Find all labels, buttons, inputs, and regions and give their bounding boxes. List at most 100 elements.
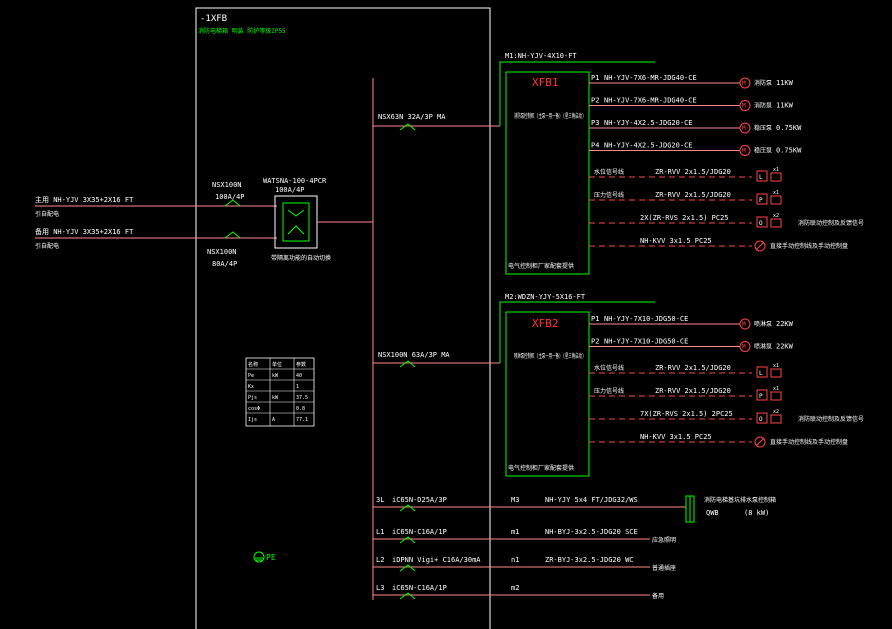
xfb2-signal-mark: x2: [773, 409, 779, 415]
data-table-cell: 单位: [272, 361, 282, 368]
xfb1-signal-mark: x2: [773, 213, 779, 219]
pe-label: PE: [266, 553, 276, 562]
data-table-cell: 40: [296, 373, 302, 379]
xfb2-desc: 喷淋泵控制柜 (主泵一用一备) (星三角启动): [514, 352, 584, 360]
xfb1-signal-cable: ZR-RVV 2x1.5/JDG20: [655, 168, 731, 176]
ats-switch-b: [287, 225, 305, 235]
branch-breaker: iC65N-D25A/3P: [392, 496, 447, 504]
xfb2-signal-label: 水位信号线: [594, 364, 624, 372]
data-table-cell: 37.5: [296, 395, 308, 401]
feeder-1-breaker: NSX63N 32A/3P MA: [378, 113, 446, 121]
incoming-source-1: 引自配电: [35, 210, 59, 218]
data-table-cell: Ijs: [248, 417, 257, 423]
incoming-cable-1: 主用 NH-YJV 3X35+2X16 FT: [35, 195, 134, 204]
feeder-1-breaker-symbol: [399, 123, 416, 131]
main-breaker-2-rating: 80A/4P: [212, 260, 237, 268]
branch-breaker-symbol: [399, 592, 416, 600]
panel-subtitle: 消防电梯箱 明装 防护等级IP55: [198, 27, 286, 35]
feeder-1-cable: M1:NH-YJV-4X10-FT: [505, 52, 577, 60]
xfb1-output-label: P2: [591, 97, 599, 105]
branch-load: 应急照明: [652, 536, 676, 544]
xfb1-signal-tag-box-2: [770, 195, 782, 205]
xfb2-signal-note: 直接手动控制线及手动控制盘: [770, 438, 848, 446]
xfb2-signal-tag: O: [759, 416, 763, 423]
data-table: 名称 单位 参数 Pe kW 40 Kx 1 Pjs kW 37.5 cosΦ 0.8 Ijs A 77.1: [245, 357, 315, 427]
branch-cable: NH-BYJ-3x2.5-JDG20 SCE: [545, 528, 638, 536]
branch-cable: ZR-BYJ-3x2.5-JDG20 WC: [545, 556, 634, 564]
xfb2-output-label: P2: [591, 338, 599, 346]
xfb1-motor-glyph: M: [742, 125, 746, 132]
data-table-cell: A: [272, 417, 275, 423]
xfb2-box: [505, 311, 590, 477]
incoming-cable-2: 备用 NH-YJV 3X35+2X16 FT: [35, 227, 134, 236]
branch-circuit: n1: [511, 556, 519, 564]
xfb1-output-load: 稳压泵: [754, 147, 772, 155]
branch-load-power: (8 kW): [744, 509, 769, 517]
ats-model: WATSNA-100-4PCR: [263, 177, 327, 185]
xfb1-signal-label: 水位信号线: [594, 168, 624, 176]
xfb1-motor-glyph: M: [742, 148, 746, 155]
xfb2-output-load: 喷淋泵: [754, 343, 772, 351]
feeder-2-breaker: NSX100N 63A/3P MA: [378, 351, 450, 359]
feeder-2-cable: M2:WDZN-YJY-5X16-FT: [505, 293, 586, 301]
xfb1-output-load: 稳压泵: [754, 124, 772, 132]
xfb1-signal-note: 消防联动控制及反馈信号: [798, 219, 864, 227]
xfb1-signal-note: 直接手动控制线及手动控制盘: [770, 242, 848, 250]
ats-switch-a: [287, 209, 305, 217]
branch-load-name: QWB: [706, 509, 719, 517]
data-table-cell: 名称: [248, 361, 258, 368]
data-table-cell: cosΦ: [248, 406, 260, 412]
xfb2-signal-mark: x1: [773, 386, 779, 392]
panel-title: -1XFB: [200, 14, 227, 24]
feeder-2-breaker-symbol: [399, 360, 416, 368]
xfb1-signal-label: 压力信号线: [594, 191, 624, 199]
schematic-canvas: -1XFB 消防电梯箱 明装 防护等级IP55 主用 NH-YJV 3X35+2…: [35, 7, 864, 629]
xfb1-output-power: 0.75KW: [776, 147, 802, 155]
xfb2-signal-cable: NH-KVV 3x1.5 PC25: [640, 433, 712, 441]
xfb1-motor-glyph: M: [742, 103, 746, 110]
xfb1-desc: 消防泵控制柜 (主泵一用一备) (星三角启动): [514, 112, 584, 120]
data-table-cell: Pe: [248, 373, 254, 379]
data-table-cell: kW: [272, 373, 279, 379]
xfb1-output-label: P4: [591, 142, 599, 150]
branch-breaker: iC65N-C16A/1P: [392, 528, 447, 536]
xfb1-output-cable: NH-YJY-4X2.5-JDG20-CE: [604, 119, 693, 127]
xfb2-output-cable: NH-YJY-7X10-JDG50-CE: [604, 315, 688, 323]
xfb1-output-power: 11KW: [776, 79, 794, 87]
xfb2-signal-note: 消防联动控制及反馈信号: [798, 415, 864, 423]
data-table-cell: Pjs: [248, 395, 257, 401]
xfb1-signal-cable: 2X(ZR-RVS 2x1.5) PC25: [640, 214, 729, 222]
ats-inner: [282, 202, 310, 242]
xfb2-motor-glyph: M: [742, 344, 746, 351]
main-breaker-1-rating: 100A/4P: [215, 193, 245, 201]
xfb2-signal-cable: ZR-RVV 2x1.5/JDG20: [655, 364, 731, 372]
xfb1-output-load: 消防泵: [754, 79, 772, 87]
branch-circuit: m2: [511, 584, 519, 592]
ats-note: 带隔离功能的自动切换: [271, 254, 331, 262]
branch-breaker-symbol: [399, 536, 416, 544]
xfb1-signal-cable: ZR-RVV 2x1.5/JDG20: [655, 191, 731, 199]
xfb2-signal-label: 压力信号线: [594, 387, 624, 395]
xfb1-footer: 电气控制柜厂家配套提供: [508, 262, 574, 270]
main-breaker-2-symbol: [224, 231, 241, 239]
xfb2-motor-glyph: M: [742, 321, 746, 328]
xfb2-output-cable: NH-YJY-7X10-JDG50-CE: [604, 338, 688, 346]
xfb2-signal-tag-box-2: [770, 391, 782, 401]
branch-circuit: M3: [511, 496, 519, 504]
branch-breaker-symbol: [399, 564, 416, 572]
branch-phase: L1: [376, 528, 384, 536]
data-table-cell: 参数: [296, 361, 306, 368]
branch-breaker: iC65N-C16A/1P: [392, 584, 447, 592]
xfb1-output-cable: NH-YJV-7X6-MR-JDG40-CE: [604, 74, 697, 82]
xfb2-name: XFB2: [532, 317, 559, 330]
branch-cable: NH-YJY 5x4 FT/JDG32/WS: [545, 496, 638, 504]
xfb1-signal-tag: O: [759, 220, 763, 227]
xfb2-output-load: 喷淋泵: [754, 320, 772, 328]
xfb1-output-label: P1: [591, 74, 599, 82]
xfb2-output-power: 22KW: [776, 320, 794, 328]
xfb1-signal-tag: P: [759, 197, 763, 204]
main-breaker-1-model: NSX100N: [212, 181, 242, 189]
branch-phase: 3L: [376, 496, 384, 504]
xfb1-output-power: 11KW: [776, 102, 794, 110]
xfb2-signal-tag-box-2: [770, 368, 782, 378]
